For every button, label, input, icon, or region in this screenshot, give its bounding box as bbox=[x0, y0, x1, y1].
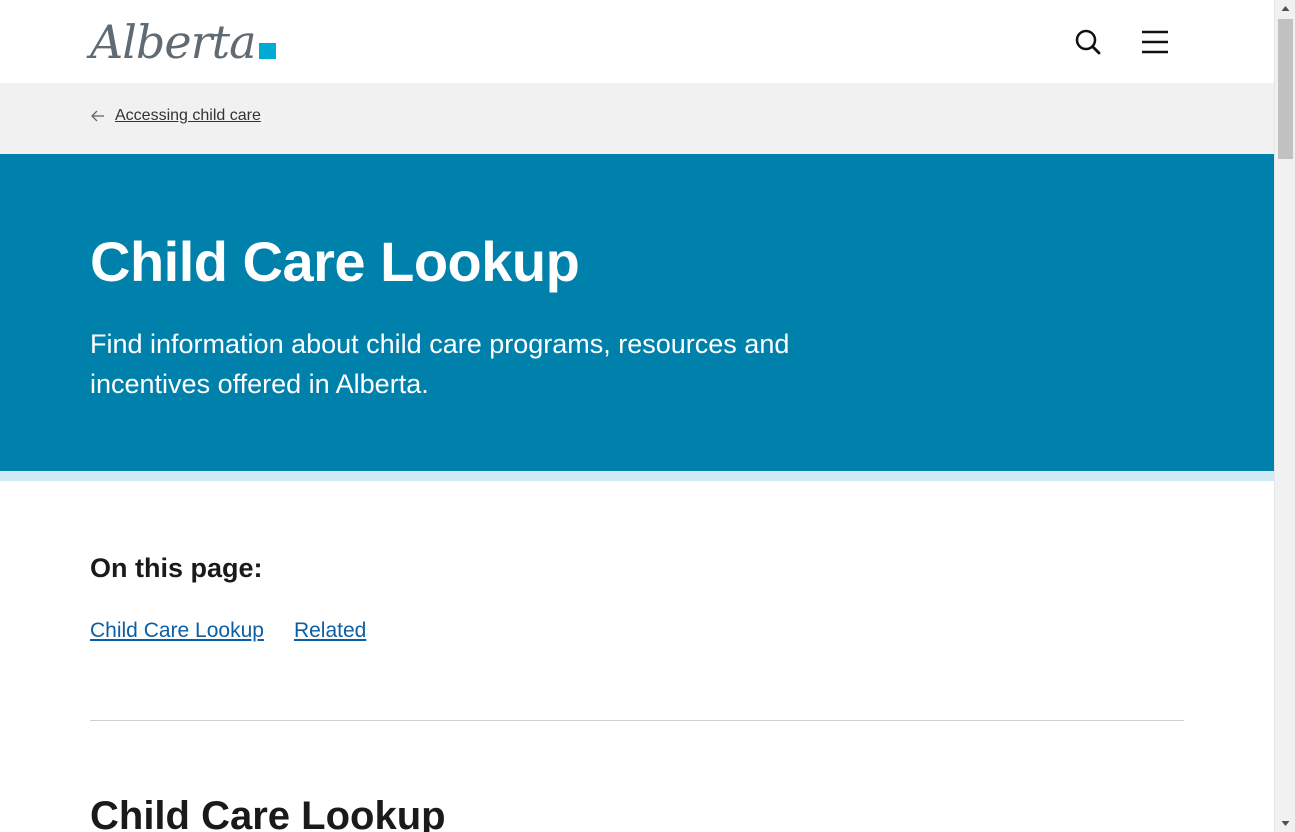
vertical-scrollbar[interactable] bbox=[1274, 0, 1295, 832]
page-title: Child Care Lookup bbox=[90, 230, 580, 293]
logo-square-mark bbox=[259, 43, 276, 59]
section-divider bbox=[90, 720, 1184, 721]
logo-wordmark: Alberta bbox=[90, 15, 256, 69]
hero-description: Find information about child care progra… bbox=[90, 329, 790, 399]
toc-link-child-care-lookup[interactable]: Child Care Lookup bbox=[90, 619, 264, 643]
hero-accent-strip bbox=[0, 471, 1274, 481]
alberta-logo[interactable]: Alberta bbox=[90, 13, 280, 71]
arrow-left-icon bbox=[91, 110, 104, 122]
section-title-child-care-lookup: Child Care Lookup bbox=[90, 794, 446, 832]
breadcrumb-link-accessing-child-care[interactable]: Accessing child care bbox=[115, 107, 261, 125]
on-this-page-heading: On this page: bbox=[90, 553, 263, 583]
on-this-page-links: Child Care Lookup Related bbox=[90, 619, 366, 643]
toc-link-related[interactable]: Related bbox=[294, 619, 366, 643]
hero-banner: Child Care Lookup Find information about… bbox=[0, 154, 1274, 471]
search-icon bbox=[1075, 29, 1101, 55]
triangle-up-icon bbox=[1281, 6, 1290, 11]
breadcrumb-bar: Accessing child care bbox=[0, 83, 1274, 154]
scroll-down-button[interactable] bbox=[1275, 815, 1295, 832]
scrollbar-thumb[interactable] bbox=[1278, 19, 1293, 159]
search-button[interactable] bbox=[1072, 26, 1104, 58]
scroll-up-button[interactable] bbox=[1275, 0, 1295, 17]
menu-button[interactable] bbox=[1138, 26, 1172, 58]
page: Alberta Accessing child care Child Care … bbox=[0, 0, 1274, 832]
site-header: Alberta bbox=[0, 0, 1274, 83]
hamburger-menu-icon bbox=[1142, 30, 1168, 54]
breadcrumb: Accessing child care bbox=[90, 107, 261, 125]
triangle-down-icon bbox=[1281, 821, 1290, 826]
